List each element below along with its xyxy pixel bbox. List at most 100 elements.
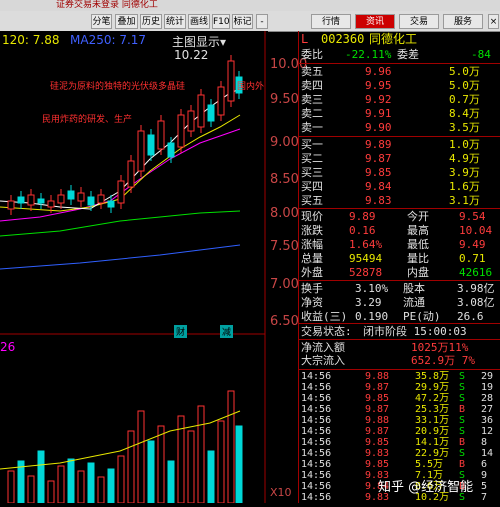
axis-tick: 9.00 xyxy=(270,135,299,150)
stat-value: 42616 xyxy=(459,266,493,279)
ask-price: 9.90 xyxy=(365,121,392,134)
stat-row: 总量 95494 量比 0.71 xyxy=(299,252,500,266)
tick-volume: 47.2万 xyxy=(415,393,450,404)
tick-price: 9.85 xyxy=(365,459,390,470)
tick-price: 9.87 xyxy=(365,426,390,437)
ask-row: 卖三 9.92 0.7万 xyxy=(299,93,500,107)
tick-direction: B xyxy=(459,437,466,448)
volume-bar xyxy=(187,430,195,504)
stat-label: 最低 xyxy=(407,238,429,251)
stat-row: 现价 9.89 今开 9.54 xyxy=(299,210,500,224)
ask-price: 9.92 xyxy=(365,93,392,106)
candle-body xyxy=(87,196,95,206)
candle-body xyxy=(137,130,145,172)
tick-count: 7 xyxy=(481,492,488,503)
candle-body xyxy=(227,60,235,102)
minimize-button[interactable]: - xyxy=(256,14,268,29)
tick-direction: S xyxy=(459,382,466,393)
tick-count: 28 xyxy=(481,393,494,404)
tab-trade[interactable]: 交易 xyxy=(399,14,439,29)
tab-mark[interactable]: 标记 xyxy=(232,14,253,29)
tab-overlay[interactable]: 叠加 xyxy=(115,14,138,29)
netflow-row: 净流入额 1025万11% xyxy=(299,341,500,355)
reduce-marker[interactable]: 减 xyxy=(220,325,234,338)
tab-history[interactable]: 历史 xyxy=(140,14,162,29)
tick-direction: S xyxy=(459,393,466,404)
high-price-label: 10.22 xyxy=(174,48,209,62)
bid-label: 买五 xyxy=(301,194,323,207)
stat-label: 涨跌 xyxy=(301,224,323,237)
candle-body xyxy=(197,94,205,128)
stat-value: 0.190 xyxy=(355,310,389,323)
candle-body xyxy=(147,134,155,156)
tick-time: 14:56 xyxy=(301,470,332,481)
block-flow-row: 大宗流入 652.9万 7% xyxy=(299,354,500,368)
tick-count: 36 xyxy=(481,415,494,426)
stat-value: 9.49 xyxy=(459,238,486,251)
tab-news[interactable]: 资讯 xyxy=(355,14,395,29)
tick-time: 14:56 xyxy=(301,371,332,382)
stock-flag: L xyxy=(301,32,309,46)
volume-bar xyxy=(57,465,65,504)
tick-direction: S xyxy=(459,448,466,459)
tab-f10[interactable]: F10 xyxy=(212,14,230,29)
volume-bar xyxy=(67,458,75,504)
bid-volume: 3.1万 xyxy=(449,194,480,207)
tick-price: 9.85 xyxy=(365,437,390,448)
weicha-value: -84 xyxy=(471,48,491,61)
volume-bar xyxy=(147,440,155,504)
ask-price: 9.96 xyxy=(365,65,392,78)
kline-chart[interactable]: 120: 7.88 MA250: 7.17 主图显示▾ 10.22 硅泥为原料的… xyxy=(0,31,268,504)
volume-bar xyxy=(137,410,145,504)
volume-bar xyxy=(227,390,235,504)
tick-direction: B xyxy=(459,404,466,415)
stat2-row: 收益(三) 0.190 PE(动) 26.6 xyxy=(299,310,500,324)
tick-row: 14:56 9.88 35.8万 S 29 xyxy=(299,371,500,382)
bid-label: 买三 xyxy=(301,166,323,179)
tick-row: 14:56 9.87 25.3万 B 27 xyxy=(299,404,500,415)
volume-axis-unit: X10 xyxy=(270,486,292,499)
volume-scale-label: 26 xyxy=(0,340,16,354)
ask-price: 9.91 xyxy=(365,107,392,120)
tab-draw[interactable]: 画线 xyxy=(188,14,210,29)
bid-volume: 1.6万 xyxy=(449,180,480,193)
tick-count: 8 xyxy=(481,437,488,448)
stat-label: 最高 xyxy=(407,224,429,237)
tick-direction: B xyxy=(459,459,466,470)
ask-volume: 5.0万 xyxy=(449,79,480,92)
annotation-2: 国内外 xyxy=(237,82,265,92)
kline-svg[interactable] xyxy=(0,31,268,504)
tab-service[interactable]: 服务 xyxy=(443,14,483,29)
bid-row: 买四 9.84 1.6万 xyxy=(299,180,500,194)
volume-bar xyxy=(235,425,243,504)
tab-quotes[interactable]: 行情 xyxy=(311,14,351,29)
watermark: 知乎 @经济智能 xyxy=(378,480,474,495)
axis-tick: 7.50 xyxy=(270,239,299,254)
stat-label: PE(动) xyxy=(403,310,441,323)
tab-stats[interactable]: 统计 xyxy=(164,14,186,29)
ask-row: 卖一 9.90 3.5万 xyxy=(299,121,500,135)
stat-value: 10.04 xyxy=(459,224,493,237)
tick-count: 29 xyxy=(481,371,494,382)
candle-body xyxy=(97,194,105,204)
close-icon[interactable]: × xyxy=(488,14,499,29)
window-title-bar: 证券交易未登录 同德化工 xyxy=(0,0,500,11)
candle-body xyxy=(57,194,65,204)
ask-label: 卖一 xyxy=(301,121,323,134)
finance-marker[interactable]: 财 xyxy=(174,325,188,338)
dropdown-icon: ▾ xyxy=(220,35,227,49)
stat-label: 换手 xyxy=(301,282,323,295)
tick-price: 9.88 xyxy=(365,371,390,382)
tick-price: 9.87 xyxy=(365,404,390,415)
bid-row: 买二 9.87 4.9万 xyxy=(299,152,500,166)
tick-time: 14:56 xyxy=(301,393,332,404)
stat-value: 9.54 xyxy=(459,210,486,223)
ask-row: 卖五 9.96 5.0万 xyxy=(299,65,500,79)
candle-body xyxy=(157,120,165,150)
tick-volume: 22.9万 xyxy=(415,448,450,459)
stock-header: L 002360 同德化工 xyxy=(299,32,500,46)
tick-volume: 20.9万 xyxy=(415,426,450,437)
tab-fenbi[interactable]: 分笔 xyxy=(91,14,112,29)
tick-count: 14 xyxy=(481,448,494,459)
ma120-label: 120: 7.88 xyxy=(2,33,60,47)
